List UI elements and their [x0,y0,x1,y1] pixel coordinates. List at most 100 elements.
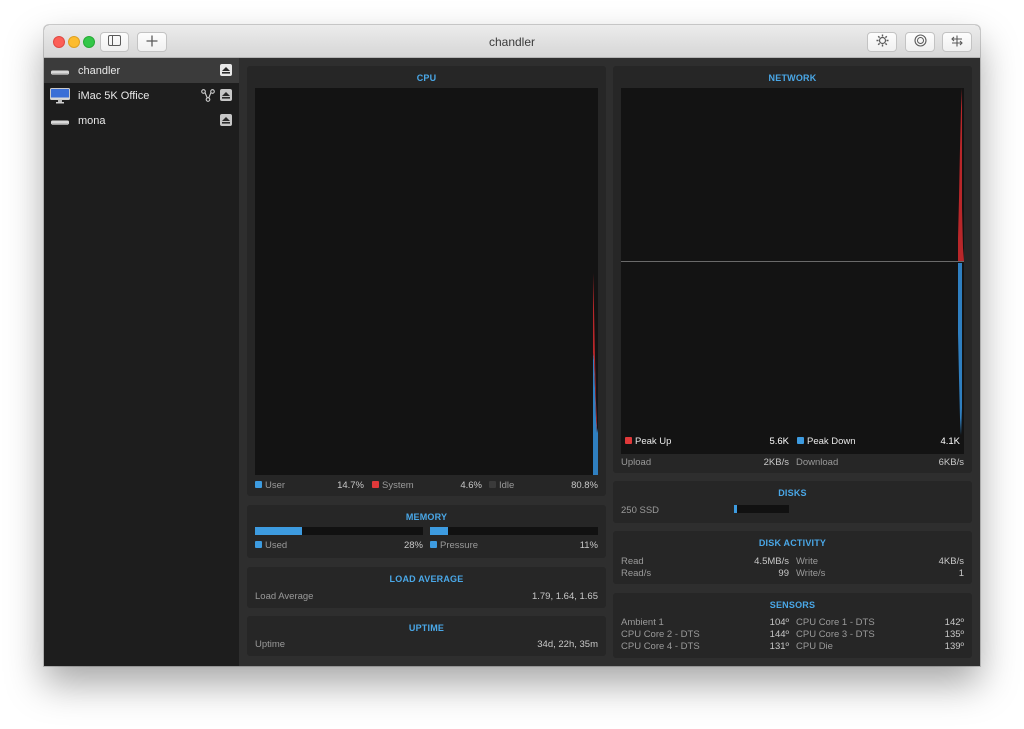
write-value: 4KB/s [938,556,964,567]
used-label: Used [265,540,288,551]
user-swatch [255,481,262,488]
mac-mini-icon [51,68,69,79]
reads-per-second-value: 99 [778,568,789,579]
cpu-title: CPU [416,73,437,83]
sidebar-item-chandler[interactable]: chandler [44,58,239,83]
status-button[interactable] [905,32,935,52]
network-tools-button[interactable] [942,32,972,52]
peak-down-value: 4.1K [940,436,960,447]
upload-label: Upload [621,457,652,468]
eject-icon[interactable] [220,64,232,76]
sensor-value: 142º [944,617,964,628]
idle-label: Idle [499,480,515,491]
peak-down-legend: Peak Down [797,436,856,447]
sidebar-item-mona[interactable]: mona [44,108,239,133]
peak-up-value: 5.6K [769,436,789,447]
cpu-system-legend: System [372,480,414,491]
cpu-user-legend: User [255,480,285,491]
disks-title: DISKS [778,488,807,498]
circle-icon [913,34,927,50]
sensors-title: SENSORS [769,600,816,610]
upload-value: 2KB/s [763,457,789,468]
gear-icon [876,34,889,50]
host-name: mona [78,114,106,127]
disk-usage-bar [734,505,789,513]
pressure-label: Pressure [440,540,479,551]
hosts-sidebar: chandler iMac 5K Office mona [44,58,239,666]
memory-pressure-bar [430,527,598,535]
download-label: Download [796,457,839,468]
memory-used-bar [255,527,423,535]
host-name: iMac 5K Office [78,89,150,102]
load-average-title: LOAD AVERAGE [389,574,464,584]
sensor-value: 131º [769,641,789,652]
imac-icon [50,88,70,107]
uptime-panel: UPTIME Uptime 34d, 22h, 35m [247,616,606,656]
cpu-graph [255,88,598,475]
cpu-idle-value: 80.8% [571,480,598,491]
disks-panel: DISKS 250 SSD [613,481,972,523]
disk-name: 250 SSD [621,505,660,516]
network-graph: Peak Up 5.6K Peak Down 4.1K [621,88,964,454]
download-value: 6KB/s [938,457,964,468]
writes-per-second-value: 1 [958,568,964,579]
memory-panel: MEMORY Used 28% Pressure 11% [247,505,606,558]
cpu-user-area [593,353,598,475]
network-divider [621,261,964,262]
load-average-value: 1.79, 1.64, 1.65 [531,591,598,602]
used-swatch [255,541,262,548]
peak-up-legend: Peak Up [625,436,671,447]
idle-swatch [489,481,496,488]
peak-up-swatch [625,437,632,444]
app-window: chandler chandler iMac 5K Office mona CP… [44,25,980,666]
memory-pressure-value: 11% [579,540,598,551]
memory-pressure-legend: Pressure [430,540,478,551]
uptime-title: UPTIME [408,623,445,633]
network-up-area [958,88,964,261]
host-name: chandler [78,64,121,77]
title-bar: chandler [44,25,980,58]
sensor-value: 144º [769,629,789,640]
disk-activity-title: DISK ACTIVITY [758,538,827,548]
settings-button[interactable] [867,32,897,52]
pressure-swatch [430,541,437,548]
system-label: System [382,480,414,491]
peak-down-label: Peak Down [807,436,856,447]
eject-icon[interactable] [220,114,232,126]
network-title: NETWORK [768,73,817,83]
reads-per-second-label: Read/s [621,568,652,579]
sensor-label: CPU Core 1 - DTS [796,617,875,628]
network-share-icon [201,89,215,105]
sensor-label: Ambient 1 [621,617,664,628]
cpu-panel: CPU User 14.7% System 4.6% Idle 80.8% [247,66,606,496]
sensor-label: CPU Core 4 - DTS [621,641,700,652]
memory-used-legend: Used [255,540,287,551]
read-value: 4.5MB/s [754,556,789,567]
cpu-idle-legend: Idle [489,480,514,491]
load-average-label: Load Average [255,591,314,602]
eject-icon[interactable] [220,89,232,101]
network-icon [950,35,964,50]
cpu-system-value: 4.6% [460,480,482,491]
system-swatch [372,481,379,488]
cpu-history-chart [593,273,598,475]
writes-per-second-label: Write/s [796,568,826,579]
sensor-label: CPU Die [796,641,833,652]
sensor-value: 104º [769,617,789,628]
memory-used-fill [255,527,303,535]
network-history-chart [621,88,964,435]
memory-pressure-fill [430,527,449,535]
network-panel: NETWORK Peak Up 5.6K Peak Down 4.1K Uplo… [613,66,972,473]
network-down-area [958,263,962,435]
memory-title: MEMORY [405,512,448,522]
sensor-value: 139º [944,641,964,652]
mac-mini-icon [51,118,69,129]
uptime-label: Uptime [255,639,286,650]
memory-used-value: 28% [403,540,423,551]
disk-activity-panel: DISK ACTIVITY Read 4.5MB/s Write 4KB/s R… [613,531,972,584]
window-title: chandler [488,35,536,49]
peak-up-label: Peak Up [635,436,672,447]
read-label: Read [621,556,644,567]
disk-usage-fill [734,505,738,513]
sidebar-item-imac-5k-office[interactable]: iMac 5K Office [44,83,239,108]
